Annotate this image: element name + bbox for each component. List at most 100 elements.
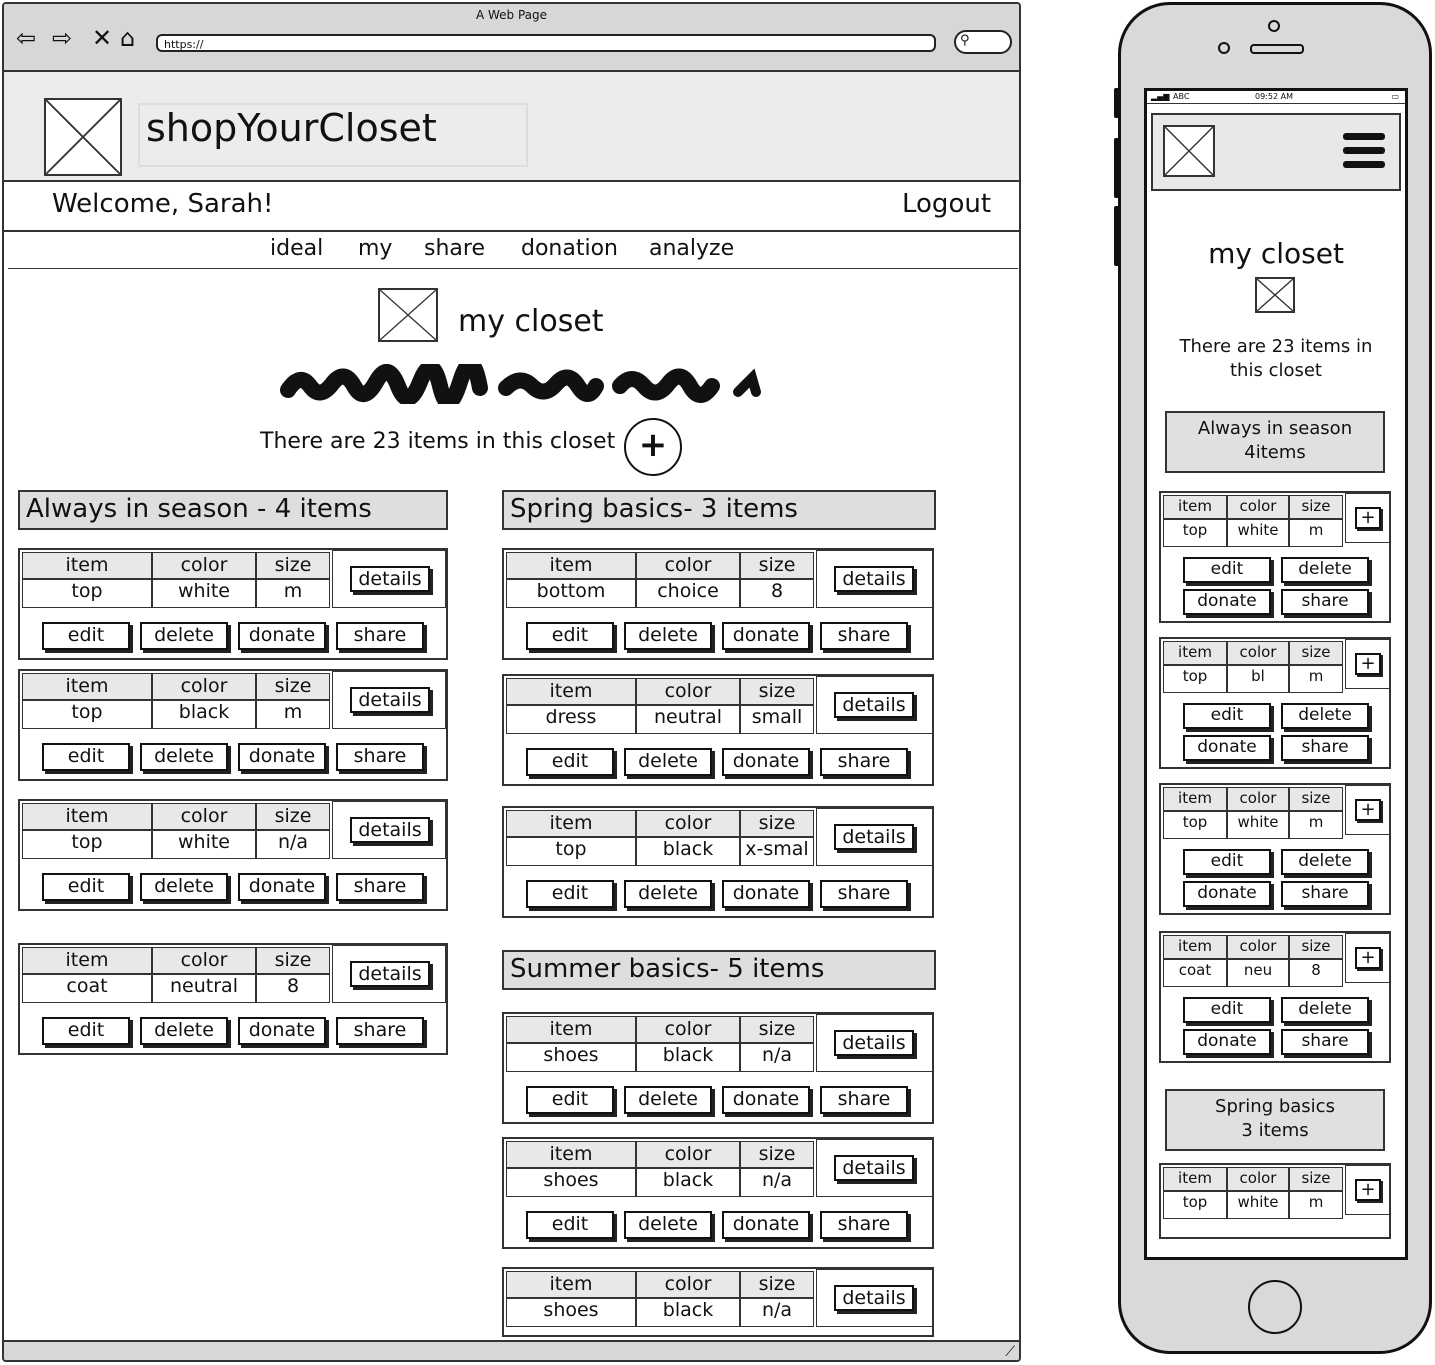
donate-button[interactable]: donate: [722, 1086, 810, 1114]
share-button[interactable]: share: [1281, 589, 1369, 615]
delete-button[interactable]: delete: [140, 743, 228, 771]
details-button[interactable]: details: [834, 1155, 914, 1181]
edit-button[interactable]: edit: [1183, 703, 1271, 729]
details-button[interactable]: details: [834, 566, 914, 592]
edit-button[interactable]: edit: [526, 748, 614, 776]
add-button[interactable]: +: [1355, 947, 1381, 969]
edit-button[interactable]: edit: [526, 880, 614, 908]
color-header: color: [1227, 787, 1289, 811]
share-button[interactable]: share: [336, 873, 424, 901]
share-button[interactable]: share: [336, 1017, 424, 1045]
donate-button[interactable]: donate: [238, 1017, 326, 1045]
details-button[interactable]: details: [350, 817, 430, 843]
item-header: item: [1163, 1167, 1227, 1191]
url-field[interactable]: https://: [156, 34, 936, 52]
hamburger-menu-icon[interactable]: [1153, 115, 1399, 189]
donate-button[interactable]: donate: [238, 743, 326, 771]
details-button[interactable]: details: [834, 1285, 914, 1311]
share-button[interactable]: share: [336, 743, 424, 771]
color-header: color: [152, 552, 256, 580]
edit-button[interactable]: edit: [42, 1017, 130, 1045]
nav-ideal[interactable]: ideal: [270, 236, 323, 261]
delete-button[interactable]: delete: [1281, 997, 1369, 1023]
add-button[interactable]: +: [1355, 1179, 1381, 1201]
share-button[interactable]: share: [1281, 1029, 1369, 1055]
delete-button[interactable]: delete: [624, 1211, 712, 1239]
delete-button[interactable]: delete: [624, 1086, 712, 1114]
add-button[interactable]: +: [1355, 507, 1381, 529]
delete-button[interactable]: delete: [1281, 849, 1369, 875]
details-button[interactable]: details: [834, 1030, 914, 1056]
donate-button[interactable]: donate: [722, 880, 810, 908]
donate-button[interactable]: donate: [1183, 589, 1271, 615]
share-button[interactable]: share: [820, 1211, 908, 1239]
edit-button[interactable]: edit: [42, 873, 130, 901]
donate-button[interactable]: donate: [722, 1211, 810, 1239]
mobile-item-count-line1: There are 23 items in: [1179, 336, 1373, 357]
arrow-left-icon[interactable]: ⇦: [16, 24, 36, 52]
details-button[interactable]: details: [350, 687, 430, 713]
color-header: color: [1227, 935, 1289, 959]
phone-home-button[interactable]: [1248, 1280, 1302, 1334]
browser-search-field[interactable]: ⚲: [954, 30, 1012, 54]
nav-my[interactable]: my: [358, 236, 392, 261]
donate-button[interactable]: donate: [238, 873, 326, 901]
resize-grip-icon[interactable]: ⟋: [1005, 1344, 1015, 1360]
share-button[interactable]: share: [820, 748, 908, 776]
share-button[interactable]: share: [336, 622, 424, 650]
delete-button[interactable]: delete: [624, 622, 712, 650]
logout-link[interactable]: Logout: [902, 189, 991, 219]
details-button[interactable]: details: [350, 961, 430, 987]
delete-button[interactable]: delete: [140, 622, 228, 650]
details-button[interactable]: details: [350, 566, 430, 592]
donate-button[interactable]: donate: [722, 748, 810, 776]
phone-sensor: [1268, 20, 1280, 32]
site-header: shopYourCloset: [4, 72, 1019, 182]
edit-button[interactable]: edit: [1183, 849, 1271, 875]
item-value: top: [22, 578, 152, 608]
size-header: size: [256, 673, 330, 701]
add-item-button[interactable]: +: [624, 418, 682, 476]
home-icon[interactable]: ⌂: [120, 24, 135, 52]
brand-name: shopYourCloset: [146, 106, 437, 150]
edit-button[interactable]: edit: [42, 622, 130, 650]
delete-button[interactable]: delete: [140, 1017, 228, 1045]
add-button[interactable]: +: [1355, 653, 1381, 675]
phone-speaker: [1250, 44, 1304, 54]
color-header: color: [636, 1141, 740, 1169]
item-header: item: [22, 947, 152, 975]
delete-button[interactable]: delete: [1281, 557, 1369, 583]
share-button[interactable]: share: [1281, 735, 1369, 761]
arrow-right-icon[interactable]: ⇨: [52, 24, 72, 52]
details-button[interactable]: details: [834, 824, 914, 850]
donate-button[interactable]: donate: [1183, 1029, 1271, 1055]
edit-button[interactable]: edit: [526, 622, 614, 650]
edit-button[interactable]: edit: [1183, 997, 1271, 1023]
mobile-item-card: item color size coat neu 8 + edit delete…: [1159, 931, 1391, 1063]
add-button[interactable]: +: [1355, 799, 1381, 821]
nav-analyze[interactable]: analyze: [649, 236, 734, 261]
share-button[interactable]: share: [820, 1086, 908, 1114]
details-button[interactable]: details: [834, 692, 914, 718]
share-button[interactable]: share: [1281, 881, 1369, 907]
delete-button[interactable]: delete: [624, 748, 712, 776]
donate-button[interactable]: donate: [238, 622, 326, 650]
donate-button[interactable]: donate: [1183, 735, 1271, 761]
donate-button[interactable]: donate: [722, 622, 810, 650]
close-icon[interactable]: ✕: [92, 24, 112, 52]
item-header: item: [506, 1016, 636, 1044]
delete-button[interactable]: delete: [1281, 703, 1369, 729]
edit-button[interactable]: edit: [526, 1086, 614, 1114]
edit-button[interactable]: edit: [1183, 557, 1271, 583]
delete-button[interactable]: delete: [624, 880, 712, 908]
edit-button[interactable]: edit: [526, 1211, 614, 1239]
delete-button[interactable]: delete: [140, 873, 228, 901]
item-count-text: There are 23 items in this closet: [260, 429, 616, 454]
donate-button[interactable]: donate: [1183, 881, 1271, 907]
color-header: color: [636, 678, 740, 706]
share-button[interactable]: share: [820, 880, 908, 908]
share-button[interactable]: share: [820, 622, 908, 650]
edit-button[interactable]: edit: [42, 743, 130, 771]
nav-share[interactable]: share: [424, 236, 485, 261]
nav-donation[interactable]: donation: [521, 236, 618, 261]
